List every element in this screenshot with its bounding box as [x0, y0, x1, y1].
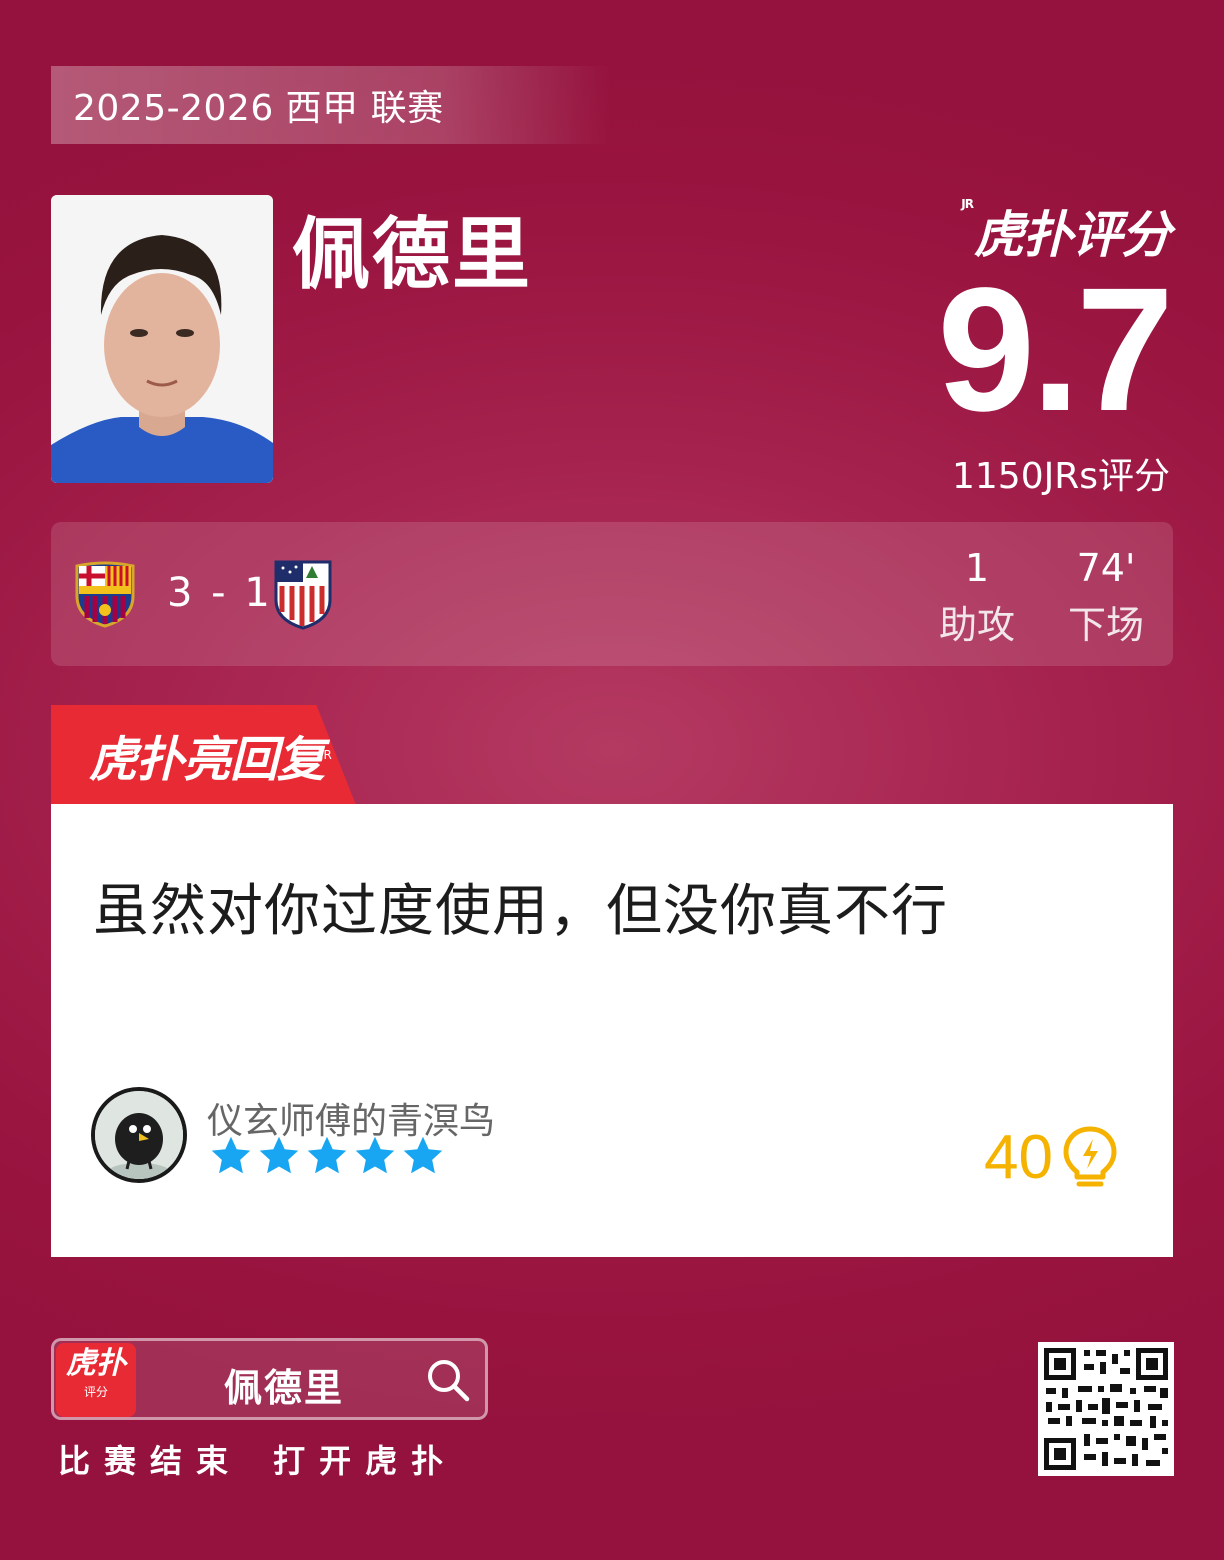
- star-icon: [211, 1136, 251, 1174]
- lightbulb-like-icon[interactable]: [1061, 1125, 1119, 1191]
- hupu-app-icon: 虎扑 评分: [56, 1343, 136, 1417]
- app-icon-text: 虎扑: [66, 1346, 126, 1381]
- highlight-tab-jr: JR: [320, 748, 332, 762]
- star-icon: [259, 1136, 299, 1174]
- star-icon: [403, 1136, 443, 1174]
- star-icon: [307, 1136, 347, 1174]
- search-player-name: 佩德里: [224, 1366, 345, 1410]
- highlight-tab-label: 虎扑亮回复: [89, 732, 325, 788]
- user-level-stars: [209, 1134, 445, 1178]
- hupu-search-box[interactable]: 虎扑 评分 佩德里: [51, 1338, 488, 1420]
- season-league-banner: 2025-2026 西甲 联赛: [51, 66, 611, 144]
- player-rating-score: 9.7: [937, 252, 1174, 448]
- atletico-madrid-crest-icon: [274, 560, 332, 630]
- player-name: 佩德里: [292, 210, 533, 300]
- like-control[interactable]: 40: [984, 1122, 1119, 1193]
- highlight-reply-card[interactable]: 虽然对你过度使用，但没你真不行 仪玄师傅的青溟鸟 40: [51, 804, 1173, 1257]
- qr-code: [1038, 1342, 1174, 1476]
- like-count: 40: [984, 1123, 1053, 1192]
- stat-assists-value: 1: [964, 546, 990, 590]
- stat-substituted: 74' 下场: [1063, 546, 1149, 649]
- stat-substituted-value: 74': [1076, 546, 1136, 590]
- rating-count: 1150JRs评分: [951, 456, 1170, 497]
- fc-barcelona-crest-icon: [75, 561, 135, 628]
- brand-jr-mark: JR: [961, 197, 974, 211]
- stat-assists-label: 助攻: [938, 603, 1015, 647]
- match-score: 3 - 1: [167, 570, 273, 616]
- search-icon[interactable]: [425, 1357, 471, 1403]
- stat-substituted-label: 下场: [1067, 603, 1144, 647]
- star-icon: [355, 1136, 395, 1174]
- highlight-reply-tab: 虎扑亮回复 JR: [51, 705, 356, 805]
- reply-comment-text: 虽然对你过度使用，但没你真不行: [93, 879, 948, 944]
- season-label: 2025-2026 西甲 联赛: [73, 88, 444, 129]
- match-summary-bar: 3 - 1 1 助攻 74' 下场: [51, 522, 1173, 666]
- open-hupu-cta[interactable]: 比赛结束 打开虎扑: [58, 1436, 457, 1482]
- player-photo: [51, 195, 273, 483]
- app-icon-subtext: 评分: [83, 1385, 108, 1399]
- user-avatar[interactable]: [91, 1087, 187, 1183]
- stat-assists: 1 助攻: [937, 546, 1017, 649]
